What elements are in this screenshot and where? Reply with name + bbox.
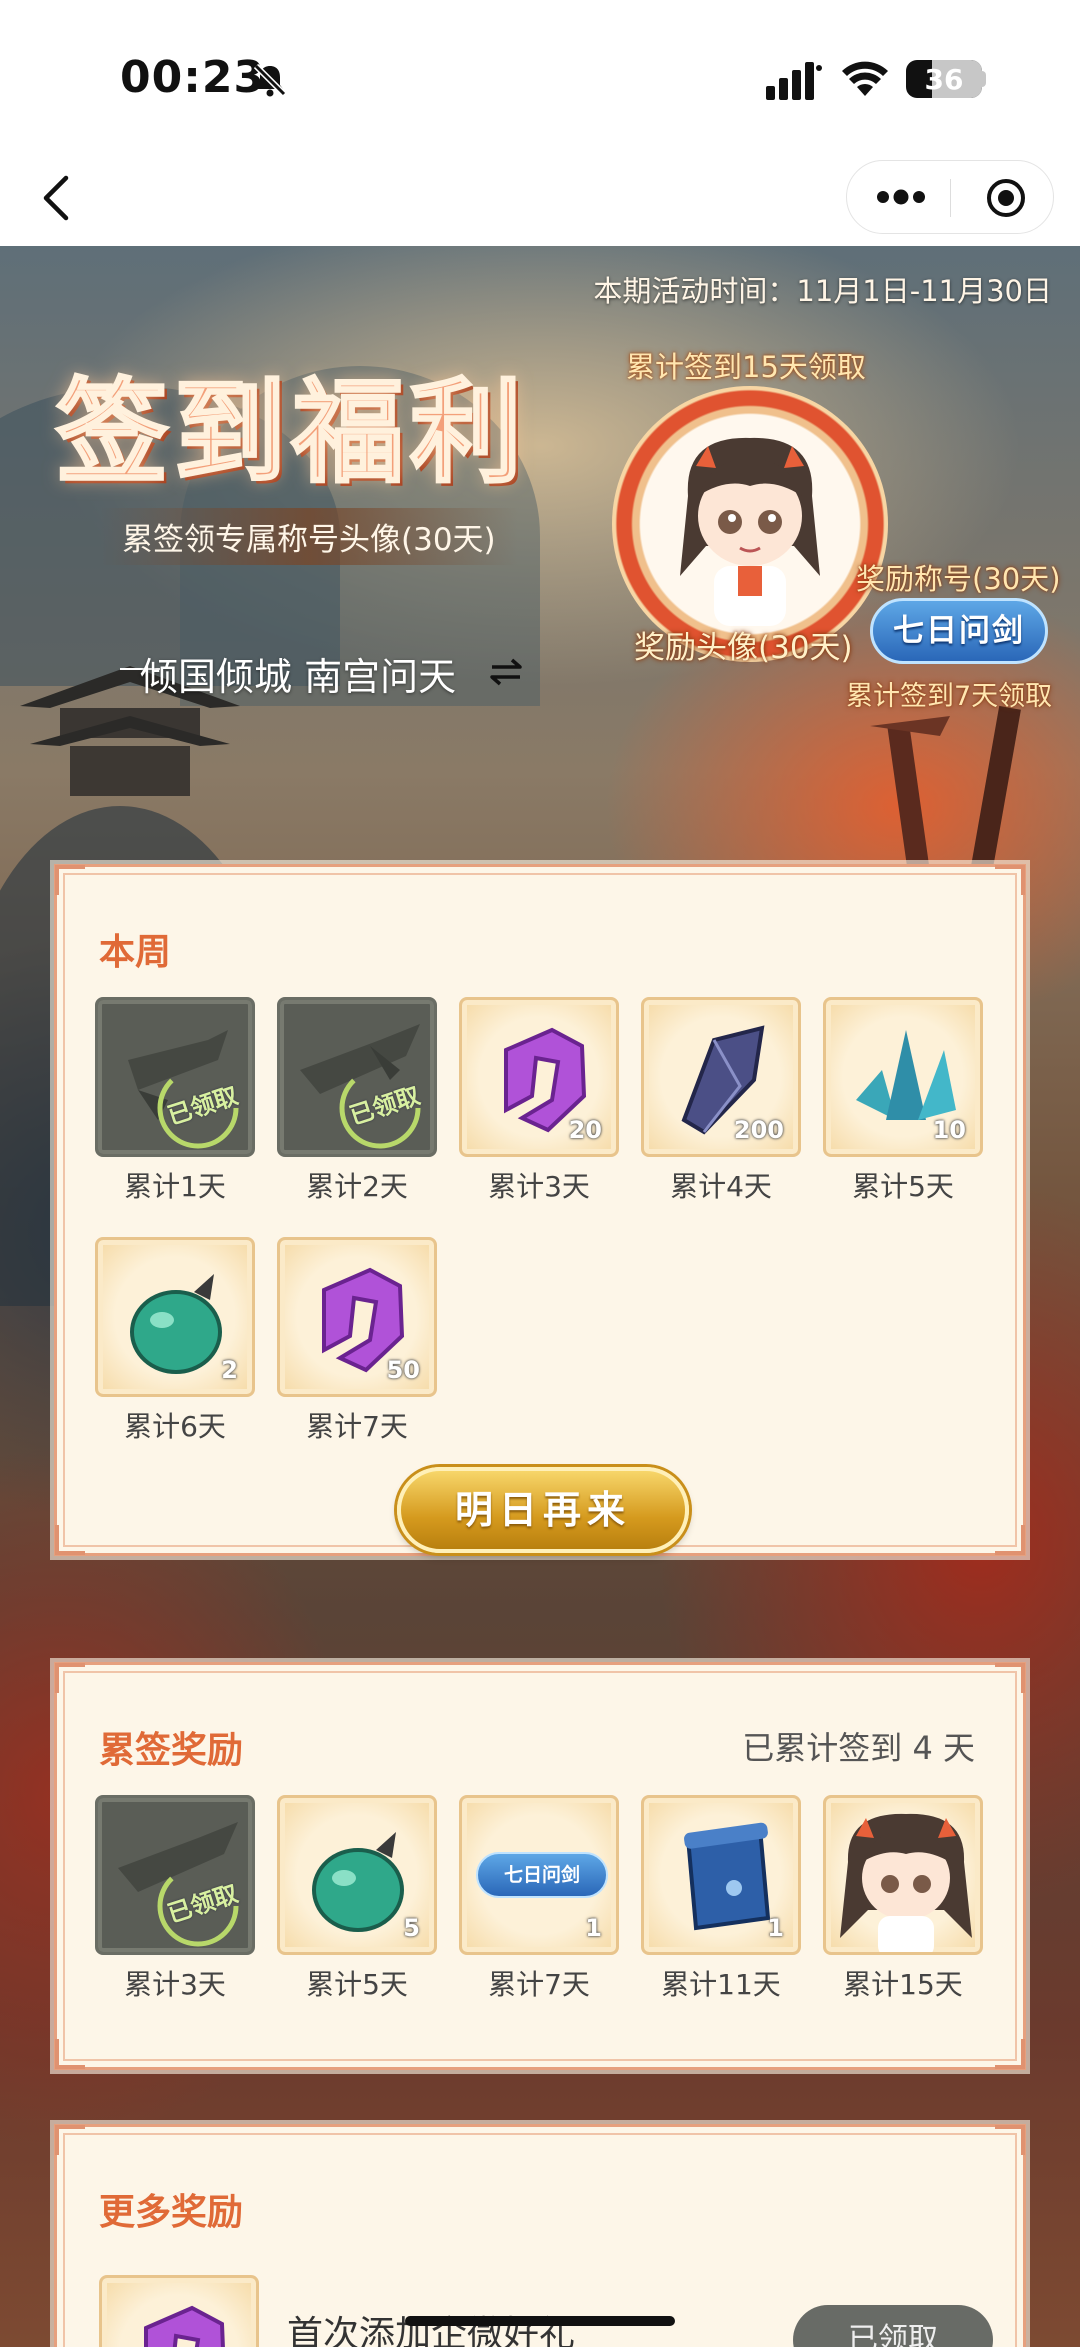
reward-item-day4[interactable]: 200 累计4天 (641, 997, 801, 1205)
panel-title-this-week: 本周 (99, 932, 172, 973)
title-requirement-label: 累计签到7天领取 (846, 681, 1053, 712)
quantity: 10 (932, 1116, 966, 1144)
item-label: 累计2天 (306, 1170, 408, 1203)
battery-icon: 36 (906, 60, 982, 98)
item-label: 累计6天 (124, 1410, 226, 1443)
item-label: 累计1天 (124, 1170, 226, 1203)
this-week-panel: 本周 已领取 累计1天 已领取 累计2天 20 累计3天 200 累计4天 10… (54, 864, 1026, 1556)
item-label: 累计7天 (488, 1968, 590, 2001)
banner-title: 签到福利 (55, 366, 528, 500)
reward-item-day7[interactable]: 50 累计7天 (277, 1237, 437, 1445)
nav-bar (0, 150, 1080, 246)
reward-item-day3[interactable]: 20 累计3天 (459, 997, 619, 1205)
claimed-button[interactable]: 已领取 (793, 2305, 993, 2347)
more-reward-item[interactable] (99, 2275, 259, 2347)
back-arrow-icon[interactable] (36, 170, 76, 226)
quantity: 1 (585, 1914, 602, 1942)
panel-title-cumulative: 累签奖励 (99, 1730, 244, 1771)
close-miniprogram-icon[interactable] (985, 177, 1027, 219)
status-bar: 00:23 36 (0, 0, 1080, 150)
avatar-requirement-label: 累计签到15天领取 (626, 350, 866, 384)
banner-subtitle: 累签领专属称号头像(30天) (100, 508, 518, 565)
mute-bell-icon (253, 63, 287, 97)
quantity: 200 (733, 1116, 784, 1144)
wifi-icon (842, 61, 888, 96)
title-reward-label: 奖励称号(30天) (856, 562, 1061, 596)
cumulative-item-3[interactable]: 已领取 累计3天 (95, 1795, 255, 2003)
current-title-text: 倾国倾城 南宫问天 (140, 655, 457, 699)
reward-item-day5[interactable]: 10 累计5天 (823, 997, 983, 1205)
cumulative-item-15[interactable]: 累计15天 (823, 1795, 983, 2003)
battery-level: 36 (924, 63, 964, 96)
quantity: 5 (403, 1914, 420, 1942)
reward-avatar[interactable] (612, 386, 888, 662)
avatar-girl-icon (840, 1813, 972, 1952)
more-rewards-panel: 更多奖励 首次添加企微好礼 已领取 (54, 2124, 1026, 2347)
swap-arrows-icon[interactable] (488, 654, 524, 690)
cellular-signal-icon (766, 62, 822, 100)
panel-title-more: 更多奖励 (99, 2192, 244, 2233)
quantity: 50 (386, 1356, 420, 1384)
checkin-page: 本期活动时间：11月1日-11月30日 签到福利 累签领专属称号头像(30天) … (0, 246, 1080, 2347)
come-back-tomorrow-button[interactable]: 明日再来 (397, 1467, 689, 1553)
item-label: 累计5天 (852, 1170, 954, 1203)
title-badge-icon: 七日问剑 (476, 1852, 608, 1898)
reward-item-day2[interactable]: 已领取 累计2天 (277, 997, 437, 1205)
miniprogram-capsule (846, 160, 1054, 234)
item-label: 累计4天 (670, 1170, 772, 1203)
more-dots-icon[interactable] (875, 185, 927, 209)
cumulative-item-7[interactable]: 七日问剑 1 累计7天 (459, 1795, 619, 2003)
reward-item-day1[interactable]: 已领取 累计1天 (95, 997, 255, 1205)
avatar-girl-icon (680, 437, 820, 626)
item-label: 累计3天 (488, 1170, 590, 1203)
quantity: 2 (221, 1356, 238, 1384)
quantity: 20 (568, 1116, 602, 1144)
item-label: 累计11天 (661, 1968, 781, 2001)
title-reward-badge[interactable]: 七日问剑 (870, 598, 1048, 664)
more-reward-text: 首次添加企微好礼 (287, 2314, 576, 2347)
item-label: 累计5天 (306, 1968, 408, 2001)
cumulative-item-11[interactable]: 1 累计11天 (641, 1795, 801, 2003)
quantity: 1 (767, 1914, 784, 1942)
purple-rune-icon (144, 2305, 225, 2347)
reward-item-day6[interactable]: 2 累计6天 (95, 1237, 255, 1445)
item-label: 累计15天 (843, 1968, 963, 2001)
item-label: 累计7天 (306, 1410, 408, 1443)
cumulative-rewards-panel: 累签奖励 已累计签到 4 天 已领取 累计3天 5 累计5天 七日问剑 1 累计… (54, 1662, 1026, 2070)
home-indicator (405, 2316, 675, 2326)
clock: 00:23 (120, 52, 266, 103)
checkin-count-summary: 已累计签到 4 天 (742, 1729, 975, 1767)
cumulative-item-5[interactable]: 5 累计5天 (277, 1795, 437, 2003)
activity-time: 本期活动时间：11月1日-11月30日 (593, 274, 1052, 308)
item-label: 累计3天 (124, 1968, 226, 2001)
avatar-reward-label: 奖励头像(30天) (634, 630, 853, 666)
